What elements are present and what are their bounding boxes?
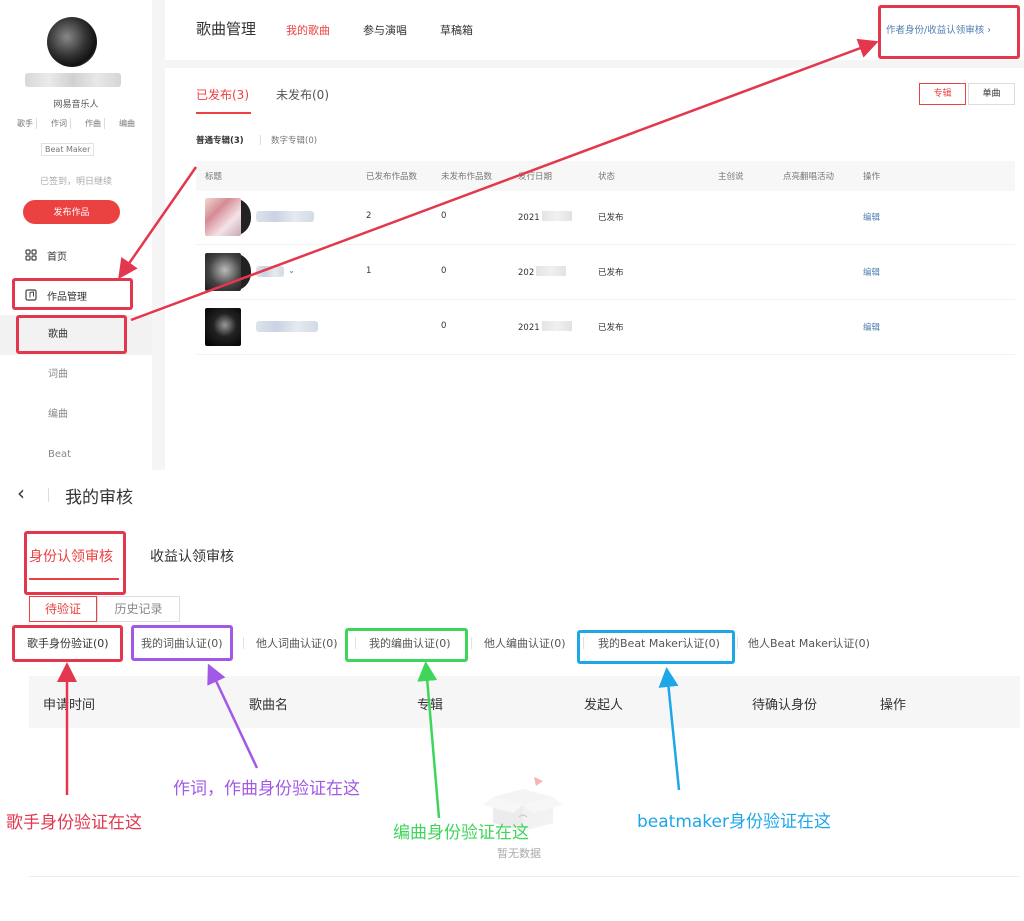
note-arranger: 编曲身份验证在这: [393, 823, 529, 843]
avatar[interactable]: [47, 17, 97, 67]
divider: [48, 488, 49, 502]
nav-home-label: 首页: [47, 251, 67, 263]
blurred-song-title: [256, 211, 314, 222]
tag-singer: 歌手: [14, 118, 37, 129]
highlight-beatmaker-tab: [577, 630, 735, 664]
highlight-identity-tab: [24, 531, 126, 595]
edit-link[interactable]: 编辑: [863, 266, 880, 278]
album-cover[interactable]: [205, 253, 241, 291]
tab-published[interactable]: 已发布(3): [196, 86, 249, 103]
table-row: 2 0 2021 已发布 编辑: [196, 191, 1015, 245]
edit-link[interactable]: 编辑: [863, 211, 880, 223]
tag-beat-maker: Beat Maker: [41, 143, 95, 156]
highlight-songs-menu: [16, 315, 127, 354]
chevron-down-icon[interactable]: ⌄: [288, 266, 295, 276]
published-count: 1: [366, 266, 372, 276]
blurred-song-title: [256, 266, 284, 277]
grid-icon: [25, 249, 37, 261]
blurred-song-title: [256, 321, 318, 332]
identity-tags: 歌手 作词 作曲 编曲: [14, 118, 138, 129]
tab-unpublished[interactable]: 未发布(0): [276, 86, 329, 103]
active-tab-underline: [196, 112, 251, 114]
tab-others-arrangement-verification[interactable]: 他人编曲认证(0): [484, 635, 566, 651]
song-list-panel: 已发布(3) 未发布(0) 专辑 单曲 普通专辑(3) 数字专辑(0) 标题 已…: [165, 68, 1024, 470]
col-unpublished-count: 未发布作品数: [441, 172, 493, 182]
song-table-header: 标题 已发布作品数 未发布作品数 发行日期 状态 主创说 点亮翻唱活动 操作: [196, 161, 1015, 191]
nav-sub-lyrics[interactable]: 词曲: [0, 355, 152, 395]
nav-sub-arrangement[interactable]: 编曲: [0, 395, 152, 435]
album-cover[interactable]: [205, 198, 241, 236]
divider: [29, 876, 1020, 877]
tab-my-songs[interactable]: 我的歌曲: [286, 22, 330, 38]
col-actions: 操作: [863, 172, 881, 182]
col-published-count: 已发布作品数: [366, 172, 418, 182]
album-cover[interactable]: [205, 308, 241, 346]
tab-pending[interactable]: 待验证: [29, 596, 97, 622]
tab-normal-album[interactable]: 普通专辑(3): [196, 134, 244, 146]
toggle-album[interactable]: 专辑: [919, 83, 966, 105]
highlight-singer-tab: [12, 625, 123, 662]
song-management-screenshot: 网易音乐人 歌手 作词 作曲 编曲 Beat Maker 已签到，明日继续 发布…: [0, 0, 1024, 470]
unpublished-count: 0: [441, 321, 447, 331]
status-badge: 已发布: [598, 213, 624, 223]
tab-others-lyric-music-verification[interactable]: 他人词曲认证(0): [256, 635, 338, 651]
tag-composer: 作曲: [82, 118, 105, 129]
col-initiator: 发起人: [584, 698, 624, 713]
release-date: 202: [518, 266, 566, 278]
note-beatmaker: beatmaker身份验证在这: [637, 812, 831, 832]
divider: [260, 135, 261, 145]
tab-digital-album[interactable]: 数字专辑(0): [271, 134, 317, 146]
col-release-date: 发行日期: [518, 172, 553, 182]
col-pending-identity: 待确认身份: [752, 698, 818, 713]
col-title: 标题: [205, 172, 223, 182]
divider: [737, 637, 738, 649]
divider: [471, 637, 472, 649]
musician-role: 网易音乐人: [53, 100, 99, 110]
unpublished-count: 0: [441, 211, 447, 221]
col-album: 专辑: [417, 698, 444, 713]
col-cover-activity: 点亮翻唱活动: [783, 172, 835, 182]
status-badge: 已发布: [598, 323, 624, 333]
review-page-title: 我的审核: [65, 488, 133, 508]
tab-featured-singing[interactable]: 参与演唱: [363, 22, 407, 38]
page-title: 歌曲管理: [196, 20, 257, 38]
highlight-lyric-tab: [131, 625, 233, 661]
empty-state-text: 暂无数据: [497, 847, 541, 860]
col-apply-time: 申请时间: [43, 698, 96, 713]
note-singer: 歌手身份验证在这: [6, 813, 142, 833]
blurred-username: [25, 73, 121, 87]
highlight-review-link: [878, 5, 1020, 59]
my-review-screenshot: ‹ 我的审核 身份认领审核 收益认领审核 待验证 历史记录 歌手身份验证(0) …: [0, 470, 1024, 921]
unpublished-count: 0: [441, 266, 447, 276]
release-date: 2021: [518, 321, 572, 333]
table-row: ⌄ 1 0 202 已发布 编辑: [196, 246, 1015, 300]
col-actions: 操作: [880, 698, 907, 713]
published-count: 2: [366, 211, 372, 221]
review-table-header: 申请时间 歌曲名 专辑 发起人 待确认身份 操作: [29, 676, 1020, 728]
col-creator-note: 主创说: [718, 172, 744, 182]
sidebar: 网易音乐人 歌手 作词 作曲 编曲 Beat Maker 已签到，明日继续 发布…: [0, 0, 152, 470]
status-badge: 已发布: [598, 268, 624, 278]
back-icon[interactable]: ‹: [17, 483, 25, 503]
nav-sub-beat[interactable]: Beat: [0, 435, 152, 475]
release-date: 2021: [518, 211, 572, 223]
tab-drafts[interactable]: 草稿箱: [440, 22, 473, 38]
tab-revenue-claim-review[interactable]: 收益认领审核: [150, 546, 234, 566]
tag-arranger: 编曲: [119, 119, 135, 128]
divider: [243, 637, 244, 649]
note-lyric-composer: 作词，作曲身份验证在这: [173, 779, 360, 799]
publish-button[interactable]: 发布作品: [23, 200, 120, 224]
toggle-single[interactable]: 单曲: [968, 83, 1015, 105]
highlight-arrangement-tab: [345, 628, 468, 662]
tab-history[interactable]: 历史记录: [97, 596, 180, 622]
tag-lyricist: 作词: [48, 118, 71, 129]
edit-link[interactable]: 编辑: [863, 321, 880, 333]
highlight-works-menu: [12, 278, 133, 310]
tab-others-beatmaker-verification[interactable]: 他人Beat Maker认证(0): [748, 635, 870, 651]
table-row: 0 2021 已发布 编辑: [196, 301, 1015, 355]
col-song-name: 歌曲名: [249, 698, 289, 713]
nav-home[interactable]: 首页: [0, 235, 152, 275]
col-status: 状态: [598, 172, 616, 182]
sign-in-status: 已签到，明日继续: [39, 177, 112, 187]
